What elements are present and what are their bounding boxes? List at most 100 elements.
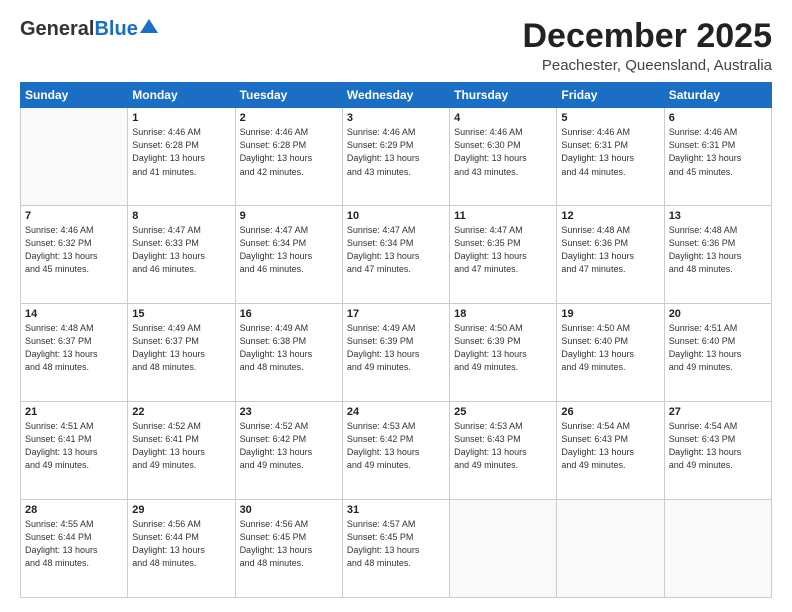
day-info: Sunrise: 4:48 AMSunset: 6:36 PMDaylight:… <box>669 224 767 276</box>
calendar-cell: 8 Sunrise: 4:47 AMSunset: 6:33 PMDaylight… <box>128 206 235 304</box>
calendar-cell: 28 Sunrise: 4:55 AMSunset: 6:44 PMDayligh… <box>21 500 128 598</box>
day-info: Sunrise: 4:56 AMSunset: 6:44 PMDaylight:… <box>132 518 230 570</box>
calendar-cell: 12 Sunrise: 4:48 AMSunset: 6:36 PMDayligh… <box>557 206 664 304</box>
calendar-cell: 15Sunrise: 4:49 AMSunset: 6:37 PMDayligh… <box>128 304 235 402</box>
day-info: Sunrise: 4:56 AMSunset: 6:45 PMDaylight:… <box>240 518 338 570</box>
day-info: Sunrise: 4:47 AMSunset: 6:34 PMDaylight:… <box>240 224 338 276</box>
day-number: 6 <box>669 112 767 124</box>
calendar-cell <box>664 500 771 598</box>
calendar-week-1: 1 Sunrise: 4:46 AMSunset: 6:28 PMDaylight… <box>21 108 772 206</box>
day-info: Sunrise: 4:46 AMSunset: 6:28 PMDaylight:… <box>132 126 230 178</box>
col-thursday: Thursday <box>450 83 557 108</box>
col-friday: Friday <box>557 83 664 108</box>
calendar-week-4: 21 Sunrise: 4:51 AMSunset: 6:41 PMDayligh… <box>21 402 772 500</box>
day-info: Sunrise: 4:54 AMSunset: 6:43 PMDaylight:… <box>561 420 659 472</box>
day-number: 17 <box>347 308 445 320</box>
day-info: Sunrise: 4:52 AMSunset: 6:41 PMDaylight:… <box>132 420 230 472</box>
day-number: 20 <box>669 308 767 320</box>
day-number: 4 <box>454 112 552 124</box>
calendar-cell: 23Sunrise: 4:52 AMSunset: 6:42 PMDayligh… <box>235 402 342 500</box>
day-info: Sunrise: 4:53 AMSunset: 6:43 PMDaylight:… <box>454 420 552 472</box>
calendar-cell: 20 Sunrise: 4:51 AMSunset: 6:40 PMDayligh… <box>664 304 771 402</box>
day-number: 14 <box>25 308 123 320</box>
col-wednesday: Wednesday <box>342 83 449 108</box>
calendar-cell: 2Sunrise: 4:46 AMSunset: 6:28 PMDaylight… <box>235 108 342 206</box>
logo: GeneralBlue <box>20 18 158 41</box>
day-number: 11 <box>454 210 552 222</box>
day-info: Sunrise: 4:49 AMSunset: 6:38 PMDaylight:… <box>240 322 338 374</box>
title-block: December 2025 Peachester, Queensland, Au… <box>522 18 772 74</box>
calendar-cell: 30 Sunrise: 4:56 AMSunset: 6:45 PMDayligh… <box>235 500 342 598</box>
col-saturday: Saturday <box>664 83 771 108</box>
calendar-cell: 5 Sunrise: 4:46 AMSunset: 6:31 PMDaylight… <box>557 108 664 206</box>
day-number: 25 <box>454 406 552 418</box>
day-number: 30 <box>240 504 338 516</box>
day-number: 9 <box>240 210 338 222</box>
calendar-cell: 26Sunrise: 4:54 AMSunset: 6:43 PMDayligh… <box>557 402 664 500</box>
day-number: 15 <box>132 308 230 320</box>
calendar-cell <box>557 500 664 598</box>
day-info: Sunrise: 4:48 AMSunset: 6:36 PMDaylight:… <box>561 224 659 276</box>
day-number: 27 <box>669 406 767 418</box>
calendar-week-3: 14 Sunrise: 4:48 AMSunset: 6:37 PMDayligh… <box>21 304 772 402</box>
day-info: Sunrise: 4:54 AMSunset: 6:43 PMDaylight:… <box>669 420 767 472</box>
day-number: 19 <box>561 308 659 320</box>
calendar-cell: 27 Sunrise: 4:54 AMSunset: 6:43 PMDayligh… <box>664 402 771 500</box>
day-number: 18 <box>454 308 552 320</box>
calendar-week-5: 28 Sunrise: 4:55 AMSunset: 6:44 PMDayligh… <box>21 500 772 598</box>
day-info: Sunrise: 4:51 AMSunset: 6:41 PMDaylight:… <box>25 420 123 472</box>
logo-icon <box>140 17 158 35</box>
day-info: Sunrise: 4:55 AMSunset: 6:44 PMDaylight:… <box>25 518 123 570</box>
calendar-cell: 1 Sunrise: 4:46 AMSunset: 6:28 PMDaylight… <box>128 108 235 206</box>
day-info: Sunrise: 4:49 AMSunset: 6:39 PMDaylight:… <box>347 322 445 374</box>
day-info: Sunrise: 4:46 AMSunset: 6:31 PMDaylight:… <box>561 126 659 178</box>
day-info: Sunrise: 4:46 AMSunset: 6:30 PMDaylight:… <box>454 126 552 178</box>
day-info: Sunrise: 4:47 AMSunset: 6:33 PMDaylight:… <box>132 224 230 276</box>
logo-text: GeneralBlue <box>20 18 138 41</box>
calendar-cell: 7Sunrise: 4:46 AMSunset: 6:32 PMDaylight… <box>21 206 128 304</box>
day-number: 8 <box>132 210 230 222</box>
day-info: Sunrise: 4:50 AMSunset: 6:40 PMDaylight:… <box>561 322 659 374</box>
col-monday: Monday <box>128 83 235 108</box>
day-number: 21 <box>25 406 123 418</box>
calendar-cell: 9 Sunrise: 4:47 AMSunset: 6:34 PMDaylight… <box>235 206 342 304</box>
col-tuesday: Tuesday <box>235 83 342 108</box>
day-number: 1 <box>132 112 230 124</box>
calendar-cell: 14 Sunrise: 4:48 AMSunset: 6:37 PMDayligh… <box>21 304 128 402</box>
calendar-cell: 21 Sunrise: 4:51 AMSunset: 6:41 PMDayligh… <box>21 402 128 500</box>
day-number: 12 <box>561 210 659 222</box>
calendar-cell: 3Sunrise: 4:46 AMSunset: 6:29 PMDaylight… <box>342 108 449 206</box>
day-number: 31 <box>347 504 445 516</box>
day-number: 5 <box>561 112 659 124</box>
month-title: December 2025 <box>522 18 772 55</box>
calendar-cell: 4 Sunrise: 4:46 AMSunset: 6:30 PMDaylight… <box>450 108 557 206</box>
calendar-cell: 25 Sunrise: 4:53 AMSunset: 6:43 PMDayligh… <box>450 402 557 500</box>
day-info: Sunrise: 4:50 AMSunset: 6:39 PMDaylight:… <box>454 322 552 374</box>
day-number: 22 <box>132 406 230 418</box>
header: GeneralBlue December 2025 Peachester, Qu… <box>20 18 772 74</box>
day-info: Sunrise: 4:53 AMSunset: 6:42 PMDaylight:… <box>347 420 445 472</box>
calendar-cell: 11Sunrise: 4:47 AMSunset: 6:35 PMDayligh… <box>450 206 557 304</box>
calendar-cell: 19 Sunrise: 4:50 AMSunset: 6:40 PMDayligh… <box>557 304 664 402</box>
day-info: Sunrise: 4:47 AMSunset: 6:34 PMDaylight:… <box>347 224 445 276</box>
calendar-cell <box>21 108 128 206</box>
day-number: 13 <box>669 210 767 222</box>
col-sunday: Sunday <box>21 83 128 108</box>
day-info: Sunrise: 4:46 AMSunset: 6:28 PMDaylight:… <box>240 126 338 178</box>
day-info: Sunrise: 4:46 AMSunset: 6:31 PMDaylight:… <box>669 126 767 178</box>
calendar-header-row: Sunday Monday Tuesday Wednesday Thursday… <box>21 83 772 108</box>
calendar-cell: 16 Sunrise: 4:49 AMSunset: 6:38 PMDayligh… <box>235 304 342 402</box>
day-info: Sunrise: 4:46 AMSunset: 6:32 PMDaylight:… <box>25 224 123 276</box>
calendar-week-2: 7Sunrise: 4:46 AMSunset: 6:32 PMDaylight… <box>21 206 772 304</box>
day-number: 23 <box>240 406 338 418</box>
day-number: 24 <box>347 406 445 418</box>
day-number: 10 <box>347 210 445 222</box>
day-number: 28 <box>25 504 123 516</box>
calendar-cell: 17 Sunrise: 4:49 AMSunset: 6:39 PMDayligh… <box>342 304 449 402</box>
calendar-cell: 29Sunrise: 4:56 AMSunset: 6:44 PMDayligh… <box>128 500 235 598</box>
calendar-cell: 22 Sunrise: 4:52 AMSunset: 6:41 PMDayligh… <box>128 402 235 500</box>
day-number: 16 <box>240 308 338 320</box>
day-info: Sunrise: 4:48 AMSunset: 6:37 PMDaylight:… <box>25 322 123 374</box>
subtitle: Peachester, Queensland, Australia <box>522 57 772 74</box>
day-info: Sunrise: 4:51 AMSunset: 6:40 PMDaylight:… <box>669 322 767 374</box>
